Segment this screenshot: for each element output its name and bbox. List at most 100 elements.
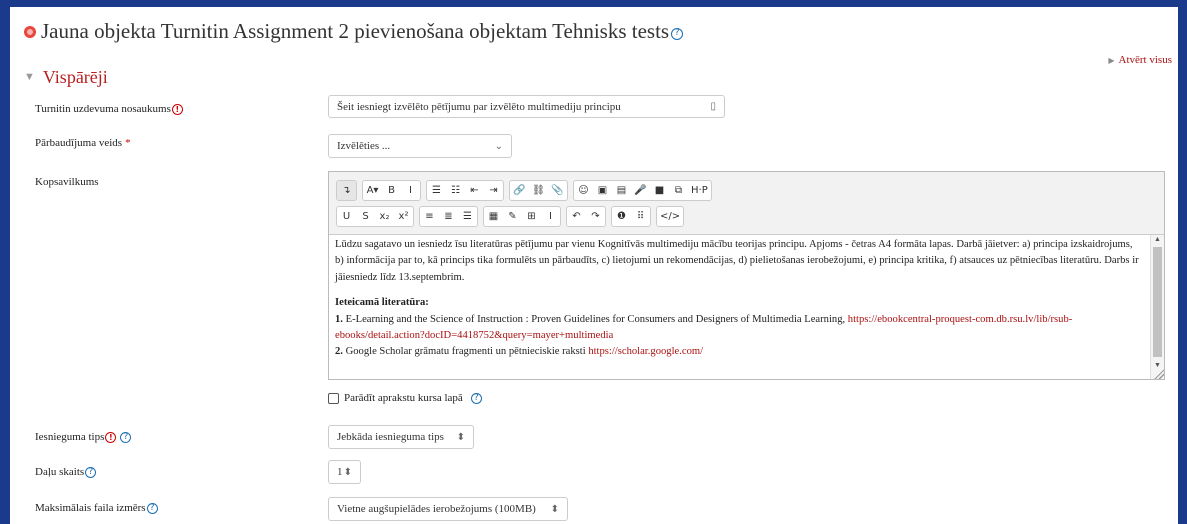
toolbar-button-icon[interactable]: ↴ xyxy=(337,181,356,200)
scroll-down-icon[interactable]: ▼ xyxy=(1151,361,1164,369)
toolbar-button-icon[interactable]: ❶ xyxy=(612,207,631,226)
literature-heading: Ieteicamā literatūra: xyxy=(335,297,429,309)
required-icon: ! xyxy=(171,103,183,115)
toolbar-button-icon[interactable]: ▣ xyxy=(593,181,612,200)
toolbar-button-icon[interactable]: ☰ xyxy=(458,207,477,226)
item-text: Google Scholar grāmatu fragmenti un pētn… xyxy=(342,346,589,358)
section-title: Vispārēji xyxy=(42,67,108,87)
expand-all-label: Atvērt visus xyxy=(1118,54,1172,66)
assignment-name-label-text: Turnitin uzdevuma nosaukums xyxy=(35,103,171,115)
toolbar-button-icon[interactable]: H·P xyxy=(688,181,711,200)
page-title: Jauna objekta Turnitin Assignment 2 piev… xyxy=(24,19,684,44)
editor-scrollbar[interactable]: ▲ ▼ xyxy=(1150,235,1164,379)
help-icon[interactable]: ? xyxy=(85,466,97,478)
toolbar-group: ↴ xyxy=(336,180,357,201)
toolbar-button-icon[interactable]: ☺ xyxy=(574,181,593,200)
assignment-name-input[interactable]: Šeit iesniegt izvēlēto pētījumu par izvē… xyxy=(328,95,725,118)
collapse-caret-icon: ▼ xyxy=(24,71,35,83)
toolbar-button-icon[interactable]: ⠿ xyxy=(631,207,650,226)
assignment-name-label: Turnitin uzdevuma nosaukums! xyxy=(35,103,183,115)
toolbar-button-icon[interactable]: ■ xyxy=(650,181,669,200)
toolbar-button-icon[interactable]: ≡ xyxy=(420,207,439,226)
show-description-checkbox[interactable]: Parādīt aprakstu kursa lapā ? xyxy=(328,392,482,404)
toolbar-button-icon[interactable]: ☰ xyxy=(427,181,446,200)
toolbar-button-icon[interactable]: ⊞ xyxy=(522,207,541,226)
summary-label-text: Kopsavilkums xyxy=(35,176,99,188)
toolbar-button-icon[interactable]: ⇤ xyxy=(465,181,484,200)
parts-count-select[interactable]: 1 ⬍ xyxy=(328,460,361,484)
toolbar-button-icon[interactable]: 📎 xyxy=(548,181,567,200)
chevron-down-icon: ⌄ xyxy=(494,140,503,152)
toolbar-group: ☺ ▣ ▤ 🎤 ■ ⧉ H·P xyxy=(573,180,712,201)
scroll-thumb[interactable] xyxy=(1153,247,1162,357)
required-icon: ! xyxy=(105,431,117,443)
help-icon[interactable]: ? xyxy=(120,431,132,443)
expand-triangle-icon: ▶ xyxy=(1108,56,1115,65)
parts-count-label-text: Daļu skaits xyxy=(35,466,85,478)
toolbar-group: ≡ ≣ ☰ xyxy=(419,206,478,227)
literature-link[interactable]: https://scholar.google.com/ xyxy=(588,346,703,357)
toolbar-group: ☰ ☷ ⇤ ⇥ xyxy=(426,180,504,201)
toolbar-button-icon[interactable]: ⛓ xyxy=(529,181,548,200)
help-icon[interactable]: ? xyxy=(671,27,684,40)
max-file-size-label-text: Maksimālais faila izmērs xyxy=(35,502,146,514)
summary-label: Kopsavilkums xyxy=(35,176,99,188)
submission-type-label-text: Iesnieguma tips xyxy=(35,431,105,443)
help-icon[interactable]: ? xyxy=(470,392,482,404)
toolbar-button-icon[interactable]: ☷ xyxy=(446,181,465,200)
toolbar-button-icon[interactable]: I xyxy=(541,207,560,226)
toolbar-button-icon[interactable]: ⇥ xyxy=(484,181,503,200)
toolbar-button-icon[interactable]: ✎ xyxy=(503,207,522,226)
toolbar-button-icon[interactable]: ▦ xyxy=(484,207,503,226)
assignment-name-value: Šeit iesniegt izvēlēto pētījumu par izvē… xyxy=(337,100,621,113)
summary-editor[interactable]: ↴ A▾ B I ☰ ☷ ⇤ ⇥ 🔗 ⛓ 📎 ☺ ▣ ▤ 🎤 ■ ⧉ H·P U Sx₂ x² ≡ ≣ ☰ ▦ ✎ ⊞ I ↶ ↷ ❶ ⠿ <… xyxy=(328,171,1165,380)
required-mark: * xyxy=(125,137,131,149)
toolbar-button-icon[interactable]: A▾ xyxy=(363,181,382,200)
toolbar-button-icon[interactable]: I xyxy=(401,181,420,200)
check-type-value: Izvēlēties ... xyxy=(337,140,391,152)
submission-type-label: Iesnieguma tips!? xyxy=(35,431,132,443)
toolbar-button-icon[interactable]: 🔗 xyxy=(510,181,529,200)
updown-icon: ⬍ xyxy=(550,503,559,515)
toolbar-row-1: ↴ A▾ B I ☰ ☷ ⇤ ⇥ 🔗 ⛓ 📎 ☺ ▣ ▤ 🎤 ■ ⧉ H·P xyxy=(336,180,712,201)
toolbar-button-icon[interactable]: S xyxy=(356,207,375,226)
updown-icon: ⬍ xyxy=(343,466,352,478)
toolbar-button-icon[interactable]: 🎤 xyxy=(631,181,650,200)
item-number: 2. xyxy=(335,346,343,358)
check-type-select[interactable]: Izvēlēties ... ⌄ xyxy=(328,134,512,158)
show-description-label: Parādīt aprakstu kursa lapā xyxy=(344,392,463,404)
toolbar-button-icon[interactable]: x² xyxy=(394,207,413,226)
toolbar-group: ❶ ⠿ xyxy=(611,206,651,227)
form-page: Jauna objekta Turnitin Assignment 2 piev… xyxy=(10,7,1178,524)
check-type-label: Pārbaudījuma veids * xyxy=(35,137,131,149)
submission-type-select[interactable]: Jebkāda iesnieguma tips ⬍ xyxy=(328,425,474,449)
help-icon[interactable]: ? xyxy=(146,502,158,514)
toolbar-button-icon[interactable]: ↶ xyxy=(567,207,586,226)
section-general[interactable]: ▼ Vispārēji xyxy=(24,67,108,88)
toolbar-button-icon[interactable]: U xyxy=(337,207,356,226)
toolbar-group: </> xyxy=(656,206,685,227)
toolbar-group: A▾ B I xyxy=(362,180,421,201)
scroll-up-icon[interactable]: ▲ xyxy=(1151,235,1164,243)
literature-item-2: 2. Google Scholar grāmatu fragmenti un p… xyxy=(335,344,1144,360)
expand-all-link[interactable]: ▶ Atvērt visus xyxy=(1108,54,1172,66)
checkbox-icon[interactable] xyxy=(328,392,339,404)
page-title-text: Jauna objekta Turnitin Assignment 2 piev… xyxy=(41,19,670,43)
editor-content[interactable]: Lūdzu sagatavo un iesniedz īsu literatūr… xyxy=(329,235,1150,379)
item-text: E-Learning and the Science of Instructio… xyxy=(342,313,848,325)
toolbar-button-icon[interactable]: ⧉ xyxy=(669,181,688,200)
lang-icon[interactable]: ▯ xyxy=(710,101,716,112)
toolbar-button-icon[interactable]: ≣ xyxy=(439,207,458,226)
toolbar-button-icon[interactable]: B xyxy=(382,181,401,200)
max-file-size-select[interactable]: Vietne augšupielādes ierobežojums (100MB… xyxy=(328,497,568,521)
toolbar-button-icon[interactable]: </> xyxy=(657,207,683,226)
parts-count-label: Daļu skaits? xyxy=(35,466,97,478)
editor-paragraph: Lūdzu sagatavo un iesniedz īsu literatūr… xyxy=(335,239,1139,283)
toolbar-group: ↶ ↷ xyxy=(566,206,606,227)
toolbar-group: 🔗 ⛓ 📎 xyxy=(509,180,568,201)
toolbar-button-icon[interactable]: x₂ xyxy=(375,207,394,226)
toolbar-button-icon[interactable]: ↷ xyxy=(586,207,605,226)
updown-icon: ⬍ xyxy=(456,431,465,443)
resize-grip-icon[interactable] xyxy=(1154,369,1164,379)
toolbar-button-icon[interactable]: ▤ xyxy=(612,181,631,200)
